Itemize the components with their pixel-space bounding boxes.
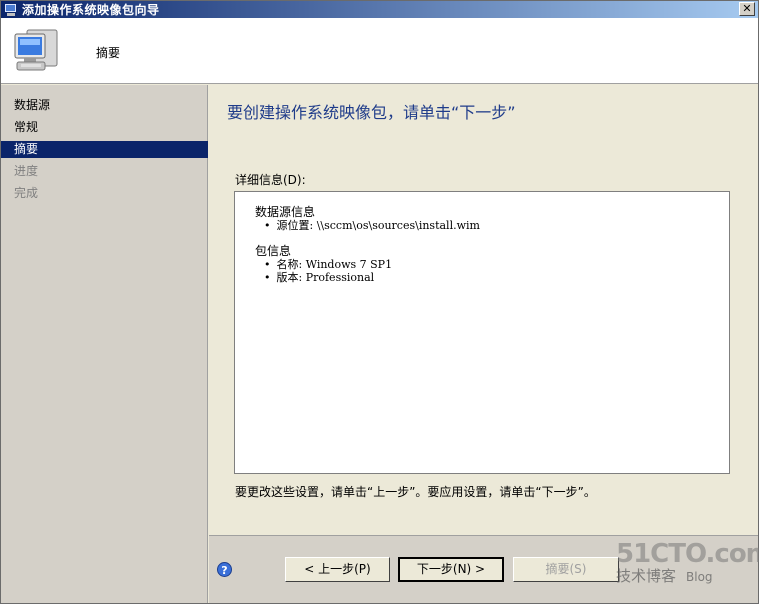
package-version-text: 版本: Professional (276, 271, 375, 284)
previous-button[interactable]: < 上一步(P) (285, 557, 390, 582)
summary-button: 摘要(S) (513, 557, 619, 582)
watermark-blog: Blog (686, 570, 713, 584)
package-version-item: • 版本: Professional (255, 271, 709, 284)
wizard-header: 摘要 (1, 18, 758, 84)
nav-item-summary[interactable]: 摘要 (1, 141, 208, 158)
details-textbox[interactable]: 数据源信息 • 源位置: \\sccm\os\sources\install.wi… (234, 191, 730, 474)
nav-item-completion: 完成 (14, 186, 39, 200)
bullet-icon: • (264, 258, 271, 271)
nav-item-progress: 进度 (14, 164, 39, 178)
wizard-window: 添加操作系统映像包向导 ✕ 摘要 数据源 常规 摘要 进度 完成 要创建操作系统… (0, 0, 759, 604)
page-title: 要创建操作系统映像包，请单击“下一步” (227, 103, 516, 122)
package-name-item: • 名称: Windows 7 SP1 (255, 258, 709, 271)
nav-pane: 数据源 常规 摘要 进度 完成 (1, 85, 208, 603)
header-label: 摘要 (96, 46, 121, 60)
next-button[interactable]: 下一步(N) > (398, 557, 504, 582)
nav-item-data-source[interactable]: 数据源 (1, 97, 208, 114)
watermark-tech-blog: 技术博客 (616, 567, 677, 585)
details-label: 详细信息(D): (235, 173, 306, 187)
computer-icon (4, 3, 18, 16)
nav-item-general[interactable]: 常规 (1, 119, 208, 136)
bullet-icon: • (264, 271, 271, 284)
package-name-text: 名称: Windows 7 SP1 (276, 258, 393, 271)
instruction-text: 要更改这些设置，请单击“上一步”。要应用设置，请单击“下一步”。 (235, 485, 596, 499)
title-bar[interactable]: 添加操作系统映像包向导 ✕ (1, 1, 758, 18)
computer-icon (14, 29, 58, 71)
help-icon[interactable]: ? (217, 562, 232, 577)
content-pane: 要创建操作系统映像包，请单击“下一步” 详细信息(D): 数据源信息 • 源位置:… (209, 85, 758, 603)
source-location-item: • 源位置: \\sccm\os\sources\install.wim (255, 219, 709, 232)
watermark-logo: 51CTO.com 技术博客 Blog (616, 539, 759, 595)
source-location-text: 源位置: \\sccm\os\sources\install.wim (276, 219, 480, 232)
source-heading: 数据源信息 (255, 205, 316, 219)
close-button[interactable]: ✕ (739, 2, 755, 16)
window-title: 添加操作系统映像包向导 (22, 3, 160, 17)
package-heading: 包信息 (255, 244, 292, 258)
bullet-icon: • (264, 219, 271, 232)
